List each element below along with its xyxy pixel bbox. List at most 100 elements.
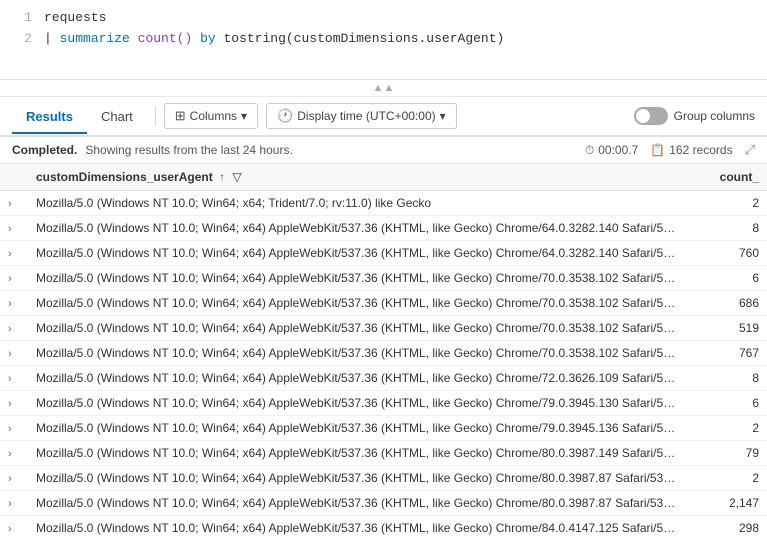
expand-icon[interactable]: › [8, 373, 12, 385]
row-expand-btn[interactable]: › [0, 266, 28, 291]
expand-icon[interactable]: › [8, 423, 12, 435]
table-row: › Mozilla/5.0 (Windows NT 10.0; Win64; x… [0, 241, 767, 266]
table-row: › Mozilla/5.0 (Windows NT 10.0; Win64; x… [0, 441, 767, 466]
row-expand-btn[interactable]: › [0, 316, 28, 341]
row-count: 6 [687, 391, 767, 416]
row-count: 767 [687, 341, 767, 366]
row-expand-btn[interactable]: › [0, 216, 28, 241]
row-expand-btn[interactable]: › [0, 466, 28, 491]
table-body: › Mozilla/5.0 (Windows NT 10.0; Win64; x… [0, 191, 767, 540]
row-expand-btn[interactable]: › [0, 391, 28, 416]
expand-icon[interactable]: › [8, 398, 12, 410]
group-columns-toggle[interactable]: Group columns [634, 107, 755, 125]
expand-icon[interactable]: › [8, 223, 12, 235]
row-agent: Mozilla/5.0 (Windows NT 10.0; Win64; x64… [28, 266, 687, 291]
row-agent: Mozilla/5.0 (Windows NT 10.0; Win64; x64… [28, 491, 687, 516]
results-table: customDimensions_userAgent ↑ ▽ count_ › … [0, 164, 767, 540]
row-expand-btn[interactable]: › [0, 341, 28, 366]
row-count: 2 [687, 191, 767, 216]
expand-icon[interactable]: › [8, 523, 12, 535]
query-editor[interactable]: 1 requests 2 | summarize count() by tost… [0, 0, 767, 80]
col-header-agent[interactable]: customDimensions_userAgent ↑ ▽ [28, 164, 687, 191]
row-expand-btn[interactable]: › [0, 491, 28, 516]
line-number-1: 1 [12, 8, 32, 29]
records-item: 📋 162 records [650, 143, 732, 157]
records-value: 162 records [669, 143, 732, 157]
table-row: › Mozilla/5.0 (Windows NT 10.0; Win64; x… [0, 466, 767, 491]
row-agent: Mozilla/5.0 (Windows NT 10.0; Win64; x64… [28, 416, 687, 441]
timer-icon: ⏱ [585, 143, 594, 158]
row-count: 686 [687, 291, 767, 316]
col-count-label: count_ [720, 170, 759, 184]
display-time-chevron-icon: ▾ [440, 109, 446, 123]
row-agent: Mozilla/5.0 (Windows NT 10.0; Win64; x64… [28, 191, 687, 216]
table-row: › Mozilla/5.0 (Windows NT 10.0; Win64; x… [0, 291, 767, 316]
row-expand-btn[interactable]: › [0, 366, 28, 391]
row-count: 2 [687, 466, 767, 491]
row-count: 760 [687, 241, 767, 266]
status-description: Showing results from the last 24 hours. [85, 143, 292, 157]
row-expand-btn[interactable]: › [0, 441, 28, 466]
row-agent: Mozilla/5.0 (Windows NT 10.0; Win64; x64… [28, 391, 687, 416]
expand-icon[interactable]: › [8, 498, 12, 510]
row-count: 8 [687, 216, 767, 241]
row-count: 79 [687, 441, 767, 466]
display-time-button[interactable]: 🕐 Display time (UTC+00:00) ▾ [266, 103, 457, 129]
row-expand-btn[interactable]: › [0, 416, 28, 441]
table-row: › Mozilla/5.0 (Windows NT 10.0; Win64; x… [0, 266, 767, 291]
group-columns-label: Group columns [674, 109, 755, 123]
table-row: › Mozilla/5.0 (Windows NT 10.0; Win64; x… [0, 416, 767, 441]
expand-col-header [0, 164, 28, 191]
row-agent: Mozilla/5.0 (Windows NT 10.0; Win64; x64… [28, 241, 687, 266]
query-line-2: | summarize count() by tostring(customDi… [44, 29, 504, 50]
status-meta: ⏱ 00:00.7 📋 162 records ⤢ [585, 142, 755, 158]
row-expand-btn[interactable]: › [0, 241, 28, 266]
columns-label: Columns [190, 109, 237, 123]
row-agent: Mozilla/5.0 (Windows NT 10.0; Win64; x64… [28, 216, 687, 241]
table-row: › Mozilla/5.0 (Windows NT 10.0; Win64; x… [0, 491, 767, 516]
toggle-track [634, 107, 668, 125]
status-bar: Completed. Showing results from the last… [0, 137, 767, 164]
line-number-2: 2 [12, 29, 32, 50]
status-completed: Completed. [12, 143, 77, 157]
expand-icon[interactable]: › [8, 273, 12, 285]
row-count: 6 [687, 266, 767, 291]
display-time-label: Display time (UTC+00:00) [297, 109, 435, 123]
columns-chevron-icon: ▾ [241, 109, 247, 123]
row-count: 519 [687, 316, 767, 341]
grid-icon: ⊞ [175, 108, 186, 124]
tab-chart[interactable]: Chart [87, 101, 147, 134]
row-expand-btn[interactable]: › [0, 291, 28, 316]
sort-asc-icon: ↑ [219, 170, 225, 184]
expand-icon[interactable]: › [8, 348, 12, 360]
records-icon: 📋 [650, 143, 665, 157]
expand-icon[interactable]: › [8, 473, 12, 485]
col-agent-label: customDimensions_userAgent [36, 170, 213, 184]
toolbar-separator [155, 106, 156, 126]
expand-results-icon[interactable]: ⤢ [745, 142, 755, 158]
query-line-1: requests [44, 8, 106, 29]
tab-results[interactable]: Results [12, 101, 87, 134]
expand-icon[interactable]: › [8, 323, 12, 335]
row-count: 8 [687, 366, 767, 391]
row-expand-btn[interactable]: › [0, 191, 28, 216]
table-row: › Mozilla/5.0 (Windows NT 10.0; Win64; x… [0, 391, 767, 416]
expand-icon[interactable]: › [8, 298, 12, 310]
toggle-thumb [636, 109, 650, 123]
results-table-wrapper[interactable]: customDimensions_userAgent ↑ ▽ count_ › … [0, 164, 767, 540]
col-header-count[interactable]: count_ [687, 164, 767, 191]
table-row: › Mozilla/5.0 (Windows NT 10.0; Win64; x… [0, 216, 767, 241]
row-count: 2,147 [687, 491, 767, 516]
table-row: › Mozilla/5.0 (Windows NT 10.0; Win64; x… [0, 341, 767, 366]
duration-value: 00:00.7 [598, 143, 638, 157]
expand-icon[interactable]: › [8, 198, 12, 210]
row-agent: Mozilla/5.0 (Windows NT 10.0; Win64; x64… [28, 291, 687, 316]
filter-icon[interactable]: ▽ [232, 170, 241, 184]
clock-icon: 🕐 [277, 108, 293, 124]
expand-icon[interactable]: › [8, 248, 12, 260]
query-collapse-icon[interactable]: ▲▲ [373, 82, 395, 94]
row-agent: Mozilla/5.0 (Windows NT 10.0; Win64; x64… [28, 341, 687, 366]
expand-icon[interactable]: › [8, 448, 12, 460]
row-agent: Mozilla/5.0 (Windows NT 10.0; Win64; x64… [28, 316, 687, 341]
columns-button[interactable]: ⊞ Columns ▾ [164, 103, 258, 129]
